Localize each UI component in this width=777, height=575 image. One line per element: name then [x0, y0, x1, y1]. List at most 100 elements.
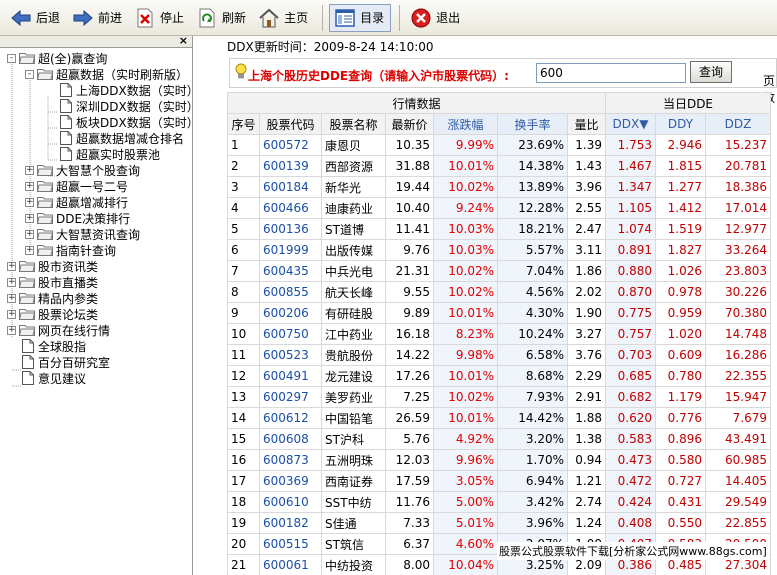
table-row[interactable]: 10 600750 江中药业 16.18 8.23% 10.24% 3.27 0.757 1.0… [227, 323, 771, 345]
tree-item[interactable]: + 大智慧资讯查询 [25, 226, 140, 242]
table-cell[interactable]: 600466 [259, 197, 322, 219]
table-cell[interactable]: 600206 [259, 302, 322, 324]
table-cell[interactable]: 600515 [259, 533, 322, 555]
query-button[interactable]: 查询 [690, 61, 732, 83]
tree-item[interactable]: 百分百研究室 [22, 354, 110, 370]
table-cell[interactable]: 600873 [259, 449, 322, 471]
tree-item[interactable]: + 大智慧个股查询 [25, 162, 140, 178]
tree-item[interactable]: + DDE决策排行 [25, 210, 130, 226]
table-row[interactable]: 11 600523 贵航股份 14.22 9.98% 6.58% 3.76 0.703 0.60… [227, 344, 771, 366]
expand-icon[interactable]: + [7, 293, 16, 303]
stock-code-input[interactable] [536, 63, 686, 83]
column-header[interactable]: 股票代码 [259, 113, 322, 135]
table-row[interactable]: 15 600608 ST沪科 5.76 4.92% 3.20% 1.38 0.583 0.896… [227, 428, 771, 450]
table-cell[interactable]: 600369 [259, 470, 322, 492]
table-cell[interactable]: 600855 [259, 281, 322, 303]
table-row[interactable]: 19 600182 S佳通 7.33 5.01% 3.96% 1.24 0.408 0.550 2… [227, 512, 771, 534]
tree-item[interactable]: + 超赢增减排行 [25, 194, 128, 210]
table-row[interactable]: 5 600136 ST道博 11.41 10.03% 18.21% 2.47 1.074 1.5… [227, 218, 771, 240]
table-cell[interactable]: 600297 [259, 386, 322, 408]
table-cell[interactable]: 600608 [259, 428, 322, 450]
column-header[interactable]: 涨跌幅 [433, 113, 498, 135]
home-button[interactable]: 主页 [254, 4, 314, 32]
column-header[interactable]: DDZ [705, 113, 771, 135]
expand-icon[interactable]: + [25, 245, 34, 255]
table-row[interactable]: 13 600297 美罗药业 7.25 10.02% 7.93% 2.91 0.682 1.17… [227, 386, 771, 408]
table-row[interactable]: 9 600206 有研硅股 9.89 10.01% 4.30% 1.90 0.775 0.959… [227, 302, 771, 324]
table-row[interactable]: 3 600184 新华光 19.44 10.02% 13.89% 3.96 1.347 1.27… [227, 176, 771, 198]
table-row[interactable]: 18 600610 SST中纺 11.76 5.00% 3.42% 2.74 0.424 0.4… [227, 491, 771, 513]
table-cell[interactable]: 600750 [259, 323, 322, 345]
refresh-button[interactable]: 刷新 [192, 4, 252, 32]
tree-item[interactable]: - 超(全)赢查询 [7, 50, 107, 66]
table-cell[interactable]: 600435 [259, 260, 322, 282]
table-cell[interactable]: 600182 [259, 512, 322, 534]
column-header[interactable]: 换手率 [497, 113, 568, 135]
query-bar: 上海个股历史DDE查询（请输入沪市股票代码）: 查询 [229, 58, 777, 88]
back-button[interactable]: 后退 [6, 4, 66, 32]
table-cell: 10.35 [385, 134, 434, 156]
column-header[interactable]: DDX▼ [605, 113, 656, 135]
table-cell[interactable]: 600136 [259, 218, 322, 240]
tree-item[interactable]: + 股市资讯类 [7, 258, 98, 274]
table-cell[interactable]: 600061 [259, 554, 322, 575]
table-cell: 33.264 [705, 239, 771, 261]
tree-item[interactable]: + 网页在线行情 [7, 322, 110, 338]
table-row[interactable]: 16 600873 五洲明珠 12.03 9.96% 1.70% 0.94 0.473 0.58… [227, 449, 771, 471]
expand-icon[interactable]: + [7, 261, 16, 271]
tree-item[interactable]: 超赢数据增减仓排名 [60, 130, 184, 146]
table-row[interactable]: 1 600572 康恩贝 10.35 9.99% 23.69% 1.39 1.753 2.946… [227, 134, 771, 156]
table-row[interactable]: 17 600369 西南证券 17.59 3.05% 6.94% 1.21 0.472 0.72… [227, 470, 771, 492]
expand-icon[interactable]: + [7, 309, 16, 319]
tree-item[interactable]: - 超赢数据（实时刷新版） [25, 66, 188, 82]
table-cell: 23.69% [497, 134, 568, 156]
column-header[interactable]: 股票名称 [321, 113, 386, 135]
tree-item[interactable]: + 精品内参类 [7, 290, 98, 306]
column-header[interactable]: DDY [655, 113, 706, 135]
column-header[interactable]: 序号 [227, 113, 260, 135]
tree-item[interactable]: + 指南针查询 [25, 242, 116, 258]
table-row[interactable]: 2 600139 西部资源 31.88 10.01% 14.38% 1.43 1.467 1.8… [227, 155, 771, 177]
table-cell[interactable]: 600572 [259, 134, 322, 156]
tree-item[interactable]: 意见建议 [22, 370, 86, 386]
tree-item[interactable]: 深圳DDX数据（实时） [60, 98, 192, 114]
table-row[interactable]: 8 600855 航天长峰 9.55 10.02% 4.56% 2.02 0.870 0.978… [227, 281, 771, 303]
table-cell[interactable]: 600491 [259, 365, 322, 387]
exit-button[interactable]: 退出 [406, 4, 466, 32]
tree-item[interactable]: + 股票论坛类 [7, 306, 98, 322]
stop-button[interactable]: 停止 [130, 4, 190, 32]
catalog-button[interactable]: 目录 [329, 3, 392, 32]
document-icon [60, 99, 72, 113]
table-cell[interactable]: 600612 [259, 407, 322, 429]
tree-item[interactable]: 板块DDX数据（实时） [60, 114, 192, 130]
expand-icon[interactable]: + [25, 165, 34, 175]
table-cell[interactable]: 600523 [259, 344, 322, 366]
collapse-icon[interactable]: - [25, 69, 34, 79]
table-row[interactable]: 12 600491 龙元建设 17.26 10.01% 8.68% 2.29 0.685 0.7… [227, 365, 771, 387]
column-header[interactable]: 最新价 [385, 113, 434, 135]
tree-item[interactable]: + 超赢一号二号 [25, 178, 128, 194]
table-cell[interactable]: 600610 [259, 491, 322, 513]
table-cell[interactable]: 600184 [259, 176, 322, 198]
expand-icon[interactable]: + [7, 325, 16, 335]
expand-icon[interactable]: + [25, 229, 34, 239]
collapse-icon[interactable]: - [7, 53, 16, 63]
table-row[interactable]: 4 600466 迪康药业 10.40 9.24% 12.28% 2.55 1.105 1.41… [227, 197, 771, 219]
table-cell[interactable]: 600139 [259, 155, 322, 177]
tree-item[interactable]: 全球股指 [22, 338, 86, 354]
tree-item[interactable]: + 股市直播类 [7, 274, 98, 290]
expand-icon[interactable]: + [25, 213, 34, 223]
tree-item[interactable]: 超赢实时股票池 [60, 146, 160, 162]
table-row[interactable]: 6 601999 出版传媒 9.76 10.03% 5.57% 3.11 0.891 1.827… [227, 239, 771, 261]
table-cell[interactable]: 601999 [259, 239, 322, 261]
tree-item[interactable]: 上海DDX数据（实时） [60, 82, 192, 98]
table-row[interactable]: 14 600612 中国铅笔 26.59 10.01% 14.42% 1.88 0.620 0.… [227, 407, 771, 429]
column-header[interactable]: 量比 [567, 113, 606, 135]
expand-icon[interactable]: + [7, 277, 16, 287]
expand-icon[interactable]: + [25, 181, 34, 191]
table-cell: 21 [227, 554, 260, 575]
table-row[interactable]: 7 600435 中兵光电 21.31 10.02% 7.04% 1.86 0.880 1.02… [227, 260, 771, 282]
table-cell: 1.020 [655, 323, 706, 345]
expand-icon[interactable]: + [25, 197, 34, 207]
forward-button[interactable]: 前进 [68, 4, 128, 32]
